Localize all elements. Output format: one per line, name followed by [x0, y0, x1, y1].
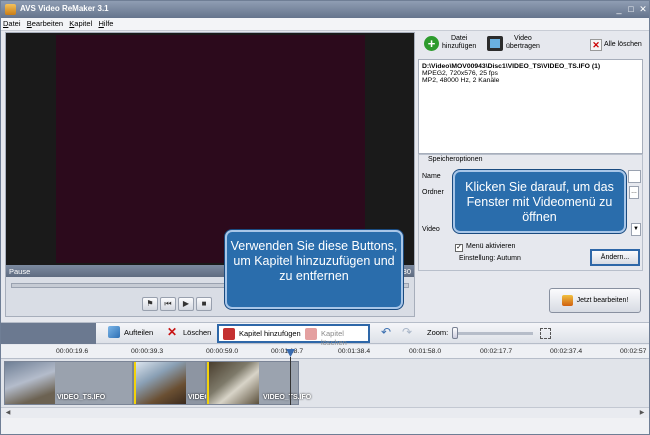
redo-icon[interactable]: ↷ — [402, 326, 412, 338]
minimize-icon[interactable]: _ — [613, 3, 625, 15]
save-options-title: Speicheroptionen — [427, 156, 484, 163]
add-chapter-icon[interactable] — [223, 328, 235, 340]
undo-icon[interactable]: ↶ — [381, 326, 391, 338]
chevron-down-icon[interactable]: ▼ — [631, 223, 641, 236]
ruler-tick: 00:02:37.4 — [550, 348, 583, 355]
ruler-tick: 00:00:19.6 — [56, 348, 89, 355]
ruler-tick: 00:02:57 — [620, 348, 647, 355]
video-clip[interactable]: VIDEO_TS.IFO — [206, 361, 311, 405]
title-bar: AVS Video ReMaker 3.1 _ □ ✕ — [1, 1, 649, 18]
add-chapter-button[interactable]: Kapitel hinzufügen — [239, 329, 301, 338]
change-menu-button[interactable]: Ändern... — [590, 249, 640, 266]
add-icon: + — [424, 36, 439, 51]
delete-chapter-icon[interactable] — [305, 328, 317, 340]
bottom-bar — [1, 418, 649, 434]
split-icon[interactable] — [108, 326, 120, 338]
video-info: MPEG2, 720x576, 25 fps — [422, 70, 498, 77]
ruler-tick: 00:00:59.0 — [206, 348, 239, 355]
chapter-hint-callout: Verwenden Sie diese Buttons, um Kapitel … — [225, 230, 403, 309]
clip-thumbnail — [136, 362, 186, 404]
scroll-left-icon[interactable]: ◀ — [3, 409, 13, 417]
chapter-buttons-group: Kapitel hinzufügen Kapitel löschen — [217, 324, 370, 347]
ruler-tick: 00:01:38.4 — [338, 348, 371, 355]
marker-icon[interactable]: ⚑ — [142, 297, 158, 311]
change-hint-callout: Klicken Sie darauf, um das Fenster mit V… — [453, 170, 626, 233]
ruler-tick: 00:01:58.0 — [409, 348, 442, 355]
folder-label: Ordner — [422, 189, 444, 196]
menu-bar: Datei Bearbeiten Kapitel Hilfe — [1, 18, 649, 31]
film-icon — [487, 36, 503, 51]
transfer-video-label-1: Video — [514, 35, 532, 42]
close-icon[interactable]: ✕ — [637, 3, 649, 15]
video-frame — [56, 35, 365, 263]
clip-thumbnail — [209, 362, 259, 404]
app-window: AVS Video ReMaker 3.1 _ □ ✕ Datei Bearbe… — [0, 0, 650, 435]
delete-icon: ✕ — [590, 39, 602, 51]
prev-frame-icon[interactable]: ⏮ — [160, 297, 176, 311]
ruler-tick: 00:02:17.7 — [480, 348, 513, 355]
play-icon[interactable]: ▶ — [178, 297, 194, 311]
menu-checkbox[interactable]: ✓ — [455, 244, 463, 252]
menu-bearbeiten[interactable]: Bearbeiten — [25, 18, 65, 28]
file-path: D:\Video\MOV00943\Disc1\VIDEO_TS\VIDEO_T… — [422, 63, 601, 70]
window-title: AVS Video ReMaker 3.1 — [20, 4, 109, 13]
video-clip[interactable]: VIDEO_TS.IFO — [4, 361, 133, 405]
file-toolbar: + Datei hinzufügen Video übertragen ✕ Al… — [418, 32, 646, 58]
name-label: Name — [422, 173, 441, 180]
maximize-icon[interactable]: □ — [625, 3, 637, 15]
menu-checkbox-label: Menü aktivieren — [466, 243, 516, 250]
timeline-toolbar-strip — [1, 323, 96, 344]
add-file-label-1: Datei — [450, 35, 468, 42]
add-file-label-2: hinzufügen — [442, 43, 477, 50]
playback-status: Pause — [9, 267, 31, 276]
process-icon — [561, 294, 573, 306]
zoom-label: Zoom: — [427, 328, 449, 337]
timeline-ruler[interactable]: 00:00:19.6 00:00:39.3 00:00:59.0 00:01:1… — [1, 345, 649, 359]
video-clip[interactable]: VIDEO_TS.IFO — [133, 361, 236, 405]
stop-icon[interactable]: ■ — [196, 297, 212, 311]
zoom-slider-track[interactable] — [453, 332, 533, 335]
file-list[interactable]: D:\Video\MOV00943\Disc1\VIDEO_TS\VIDEO_T… — [418, 59, 643, 154]
delete-button[interactable]: Löschen — [183, 328, 211, 337]
transfer-video-label-2: übertragen — [506, 43, 540, 50]
playback-time: 30 — [402, 267, 411, 276]
delete-clip-icon[interactable]: ✕ — [167, 326, 179, 338]
clip-thumbnail — [5, 362, 55, 404]
app-logo-icon — [5, 4, 16, 15]
scroll-right-icon[interactable]: ▶ — [637, 409, 647, 417]
timeline-toolbar: Aufteilen ✕ Löschen Kapitel hinzufügen K… — [1, 322, 649, 347]
process-label: Jetzt bearbeiten! — [576, 297, 629, 304]
video-track: VIDEO_TS.IFO VIDEO_TS.IFO VIDEO_TS.IFO — [1, 359, 649, 407]
delete-all-label: Alle löschen — [604, 41, 642, 48]
playback-controls: ⚑ ⏮ ▶ ■ — [142, 297, 214, 312]
menu-hilfe[interactable]: Hilfe — [96, 18, 115, 28]
split-button[interactable]: Aufteilen — [124, 328, 153, 337]
audio-info: MP2, 48000 Hz, 2 Kanäle — [422, 77, 500, 84]
process-now-button[interactable]: Jetzt bearbeiten! — [549, 288, 641, 313]
menu-datei[interactable]: Datei — [1, 18, 23, 28]
clip-label: VIDEO_TS.IFO — [57, 394, 106, 401]
timeline-scrollbar[interactable]: ◀ ▶ — [1, 407, 649, 418]
clip-label: VIDEO_TS.IFO — [263, 394, 312, 401]
fit-to-window-icon[interactable] — [540, 328, 551, 339]
ruler-tick: 00:00:39.3 — [131, 348, 164, 355]
chapter-hint-text: Verwenden Sie diese Buttons, um Kapitel … — [230, 239, 398, 283]
change-hint-text: Klicken Sie darauf, um das Fenster mit V… — [465, 180, 614, 224]
zoom-slider-knob[interactable] — [452, 327, 458, 339]
timeline-cursor — [290, 357, 291, 405]
menu-kapitel[interactable]: Kapitel — [67, 18, 94, 28]
menu-setting: Einstellung: Autumn — [459, 255, 521, 262]
video-label: Video — [422, 226, 440, 233]
folder-browse-icon[interactable]: … — [629, 186, 639, 199]
name-field[interactable] — [628, 170, 641, 183]
